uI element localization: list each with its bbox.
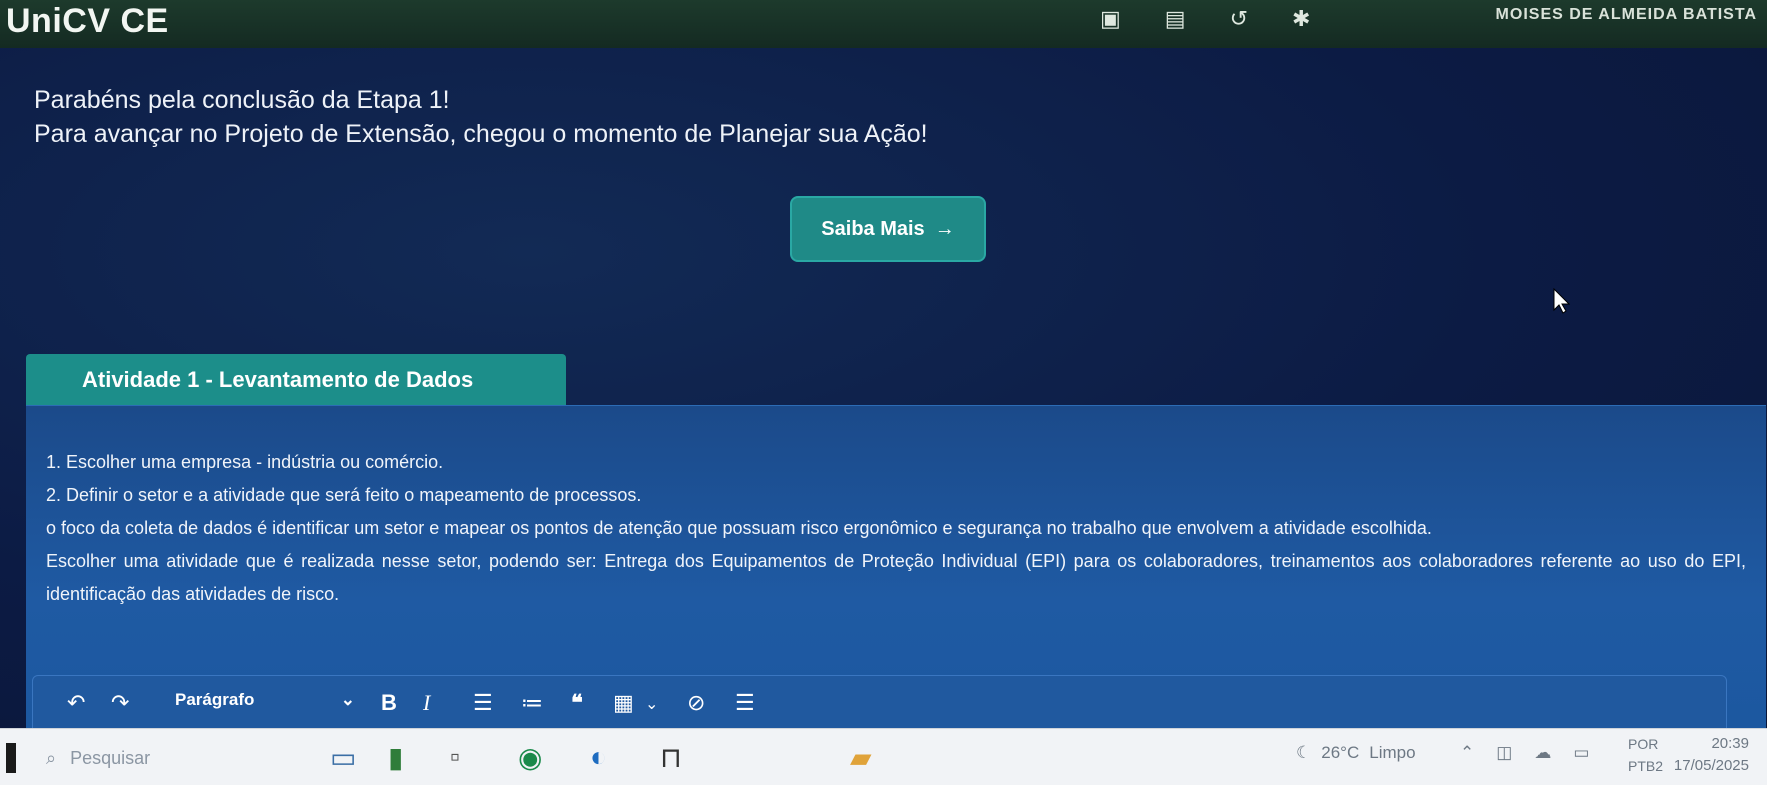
- bookmark-icon[interactable]: ▣: [1100, 6, 1121, 32]
- taskbar-search[interactable]: ⌕ Pesquisar: [30, 737, 320, 779]
- os-taskbar: ⌕ Pesquisar ▭ ▮ ▫ ◉ ◐ ⊓ ▰ ☾ 26°C Limpo ⌃…: [0, 728, 1767, 785]
- instruction-item: o foco da coleta de dados é identificar …: [46, 518, 1432, 538]
- saiba-mais-label: Saiba Mais: [821, 217, 925, 240]
- undo-icon[interactable]: ↶: [67, 690, 85, 716]
- clock[interactable]: 20:39 17/05/2025: [1674, 733, 1749, 777]
- saiba-mais-button[interactable]: Saiba Mais →: [790, 196, 986, 262]
- activity-instructions: 1. Escolher uma empresa - indústria ou c…: [46, 446, 1746, 611]
- bulleted-list-icon[interactable]: ☰: [473, 690, 493, 716]
- app-icon[interactable]: ▮: [388, 741, 403, 774]
- arrow-right-icon: →: [934, 217, 955, 240]
- browser-icon[interactable]: ◉: [518, 741, 542, 774]
- weather-icon: ☾: [1296, 743, 1312, 762]
- tab-atividade-1[interactable]: Atividade 1 - Levantamento de Dados: [26, 354, 566, 406]
- bold-icon[interactable]: B: [381, 690, 397, 716]
- instruction-item: 1. Escolher uma empresa - indústria ou c…: [46, 452, 444, 472]
- mouse-cursor-icon: [1553, 288, 1571, 314]
- chevron-down-icon[interactable]: ⌄: [645, 694, 658, 714]
- tab-label: Atividade 1 - Levantamento de Dados: [82, 367, 474, 392]
- system-tray: ⌃ ◫ ☁ ▭: [1460, 743, 1589, 763]
- notes-icon[interactable]: ▤: [1165, 6, 1186, 32]
- format-label: Parágrafo: [175, 690, 255, 709]
- clock-date: 17/05/2025: [1673, 757, 1749, 774]
- numbered-list-icon[interactable]: ≔: [521, 690, 543, 716]
- chevron-down-icon: ⌄: [340, 690, 355, 709]
- chevron-up-icon[interactable]: ⌃: [1460, 743, 1474, 763]
- edge-icon[interactable]: ◐: [590, 741, 607, 773]
- editor-toolbar: ↶ ↷ Parágrafo ⌄ B I ☰ ≔ ❝ ▦ ⌄ ⊘ ☰: [32, 675, 1727, 731]
- weather-desc: Limpo: [1369, 743, 1416, 762]
- start-button[interactable]: [6, 743, 16, 773]
- refresh-icon[interactable]: ↺: [1230, 6, 1248, 32]
- battery-icon[interactable]: ▭: [1573, 743, 1589, 763]
- instruction-item: 2. Definir o setor e a atividade que ser…: [46, 485, 642, 505]
- weather-temp: 26°C: [1321, 743, 1360, 762]
- search-icon: ⌕: [46, 747, 57, 768]
- settings-icon[interactable]: ✱: [1292, 6, 1310, 32]
- clock-time: 20:39: [1711, 735, 1749, 752]
- folder-icon[interactable]: ▰: [850, 741, 872, 774]
- language-indicator[interactable]: POR PTB2: [1628, 733, 1663, 777]
- main-content: Parabéns pela conclusão da Etapa 1! Para…: [0, 48, 1767, 731]
- task-view-icon[interactable]: ▭: [330, 741, 356, 774]
- search-placeholder: Pesquisar: [70, 747, 151, 768]
- instruction-item: Escolher uma atividade que é realizada n…: [46, 551, 1746, 604]
- congrats-subtitle: Para avançar no Projeto de Extensão, che…: [34, 120, 928, 148]
- congrats-title: Parabéns pela conclusão da Etapa 1!: [34, 86, 450, 114]
- app-title: UniCV CE: [6, 2, 169, 40]
- widget-icon[interactable]: ▫: [450, 741, 460, 773]
- cloud-icon[interactable]: ☁: [1534, 743, 1551, 763]
- redo-icon[interactable]: ↷: [111, 690, 129, 716]
- app-header: UniCV CE ▣ ▤ ↺ ✱ MOISES DE ALMEIDA BATIS…: [0, 0, 1767, 48]
- italic-icon[interactable]: I: [423, 690, 430, 716]
- header-icons: ▣ ▤ ↺ ✱: [1100, 6, 1310, 32]
- indent-icon[interactable]: ☰: [735, 690, 755, 716]
- user-name[interactable]: MOISES DE ALMEIDA BATISTA: [1496, 6, 1757, 24]
- network-icon[interactable]: ◫: [1496, 743, 1512, 763]
- lang-top: POR: [1628, 736, 1659, 752]
- weather-widget[interactable]: ☾ 26°C Limpo: [1296, 743, 1416, 763]
- quote-icon[interactable]: ❝: [571, 690, 583, 716]
- paragraph-format-select[interactable]: Parágrafo ⌄: [175, 690, 355, 710]
- link-icon[interactable]: ⊘: [687, 690, 705, 716]
- app-icon[interactable]: ⊓: [660, 741, 682, 774]
- table-icon[interactable]: ▦: [613, 690, 634, 716]
- lang-bottom: PTB2: [1628, 758, 1664, 774]
